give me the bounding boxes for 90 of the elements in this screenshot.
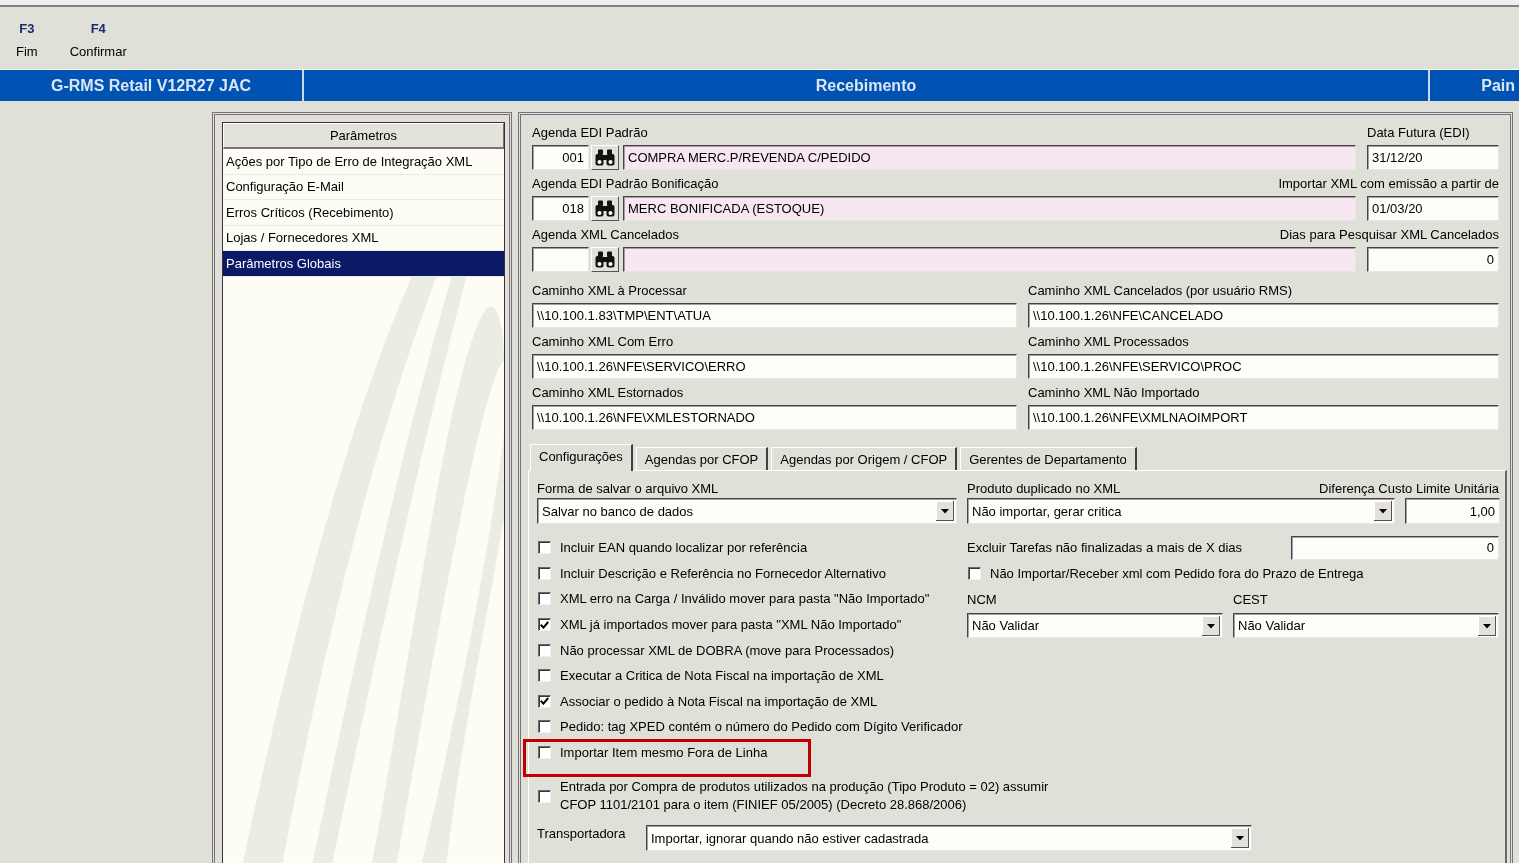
code-field[interactable]: 018	[532, 196, 589, 221]
dropdown[interactable]: Salvar no banco de dados	[537, 498, 957, 524]
checkbox-label[interactable]: Incluir EAN quando localizar por referência	[560, 540, 808, 556]
checkbox-label[interactable]: Entrada por Compra de produtos utilizados na produção (Tipo Produto = 02) assumir CFOP 1101/2101 para o item (FINIEF 05/2005) (Decreto 28.868/2006)	[560, 778, 1072, 815]
field-label: Data Futura (EDI)	[1367, 125, 1470, 141]
dropdown[interactable]: Não Validar	[967, 613, 1223, 638]
caret-down-icon[interactable]	[1374, 501, 1392, 521]
field-label: Agenda EDI Padrão	[532, 125, 648, 141]
number-field[interactable]: 0	[1367, 247, 1499, 272]
checkbox[interactable]	[538, 720, 551, 734]
description-field[interactable]: COMPRA MERC.P/REVENDA C/PEDIDO	[623, 145, 1356, 170]
field-label: Caminho XML Com Erro	[532, 334, 674, 350]
checkmark-icon	[540, 697, 549, 706]
field-label: Caminho XML Cancelados (por usuário RMS)	[1028, 283, 1292, 299]
tab[interactable]: Agendas por CFOP	[635, 447, 769, 470]
checkbox[interactable]	[538, 618, 551, 632]
number-field[interactable]: 1,00	[1405, 498, 1500, 524]
field-label: Dias para Pesquisar XML Cancelados	[1279, 227, 1499, 243]
tab[interactable]: Gerentes de Departamento	[960, 447, 1137, 470]
field-label: Produto duplicado no XML	[967, 481, 1121, 497]
field-label: Caminho XML Não Importado	[1028, 385, 1200, 401]
checkbox[interactable]	[538, 566, 551, 580]
checkbox[interactable]	[538, 746, 551, 760]
checkbox-label[interactable]: Associar o pedido à Nota Fiscal na importação de XML	[560, 693, 878, 709]
path-field[interactable]: \\10.100.1.26\NFE\SERVICO\ERRO	[532, 354, 1017, 379]
description-field[interactable]	[623, 247, 1356, 272]
caret-down-icon[interactable]	[1231, 828, 1249, 849]
code-field[interactable]: 001	[532, 145, 589, 170]
lookup-button[interactable]	[591, 247, 619, 272]
field-label: Importar XML com emissão a partir de	[1278, 176, 1499, 192]
checkmark-icon	[540, 620, 549, 629]
checkbox[interactable]	[538, 592, 551, 606]
list-item[interactable]: Parâmetros Globais	[223, 251, 504, 277]
field-label: Excluir Tarefas não finalizadas a mais de X dias	[967, 539, 1243, 556]
title-label: Pain	[1481, 76, 1515, 95]
field-label: NCM	[967, 592, 997, 608]
date-field[interactable]: 01/03/20	[1367, 196, 1499, 221]
checkbox[interactable]	[538, 541, 551, 555]
toolbar-button[interactable]: F4 Confirmar	[67, 21, 129, 59]
list-item[interactable]: Erros Críticos (Recebimento)	[223, 200, 504, 226]
checkbox-label[interactable]: XML erro na Carga / Inválido mover para pasta "Não Importado"	[560, 591, 930, 607]
caret-down-icon[interactable]	[1202, 615, 1220, 636]
dropdown[interactable]: Não Validar	[1233, 613, 1499, 638]
toolbar-button[interactable]: F3 Fim	[14, 21, 40, 59]
checkbox[interactable]	[538, 643, 551, 657]
checkbox-label[interactable]: XML já importados mover para pasta "XML Não Importado"	[560, 617, 902, 633]
field-label: Agenda EDI Padrão Bonificação	[532, 176, 719, 192]
lookup-button[interactable]	[591, 145, 619, 170]
binoculars-icon	[595, 251, 615, 268]
code-field[interactable]	[532, 247, 589, 272]
checkbox[interactable]	[538, 694, 551, 708]
path-field[interactable]: \\10.100.1.26\NFE\SERVICO\PROC	[1028, 354, 1499, 379]
tab[interactable]: Configurações	[530, 444, 633, 471]
path-field[interactable]: \\10.100.1.26\NFE\CANCELADO	[1028, 303, 1499, 328]
checkbox-label[interactable]: Importar Item mesmo Fora de Linha	[560, 745, 768, 761]
date-field[interactable]: 31/12/20	[1367, 145, 1499, 170]
field-label: Transportadora	[537, 826, 626, 843]
path-field[interactable]: \\10.100.1.26\NFE\XMLNAOIMPORT	[1028, 405, 1499, 430]
path-field[interactable]: \\10.100.1.83\TMP\ENT\ATUA	[532, 303, 1017, 328]
checkbox-label[interactable]: Pedido: tag XPED contém o número do Pedido com Dígito Verificador	[560, 719, 963, 735]
list-item[interactable]: Ações por Tipo de Erro de Integração XML	[223, 149, 504, 175]
tab[interactable]: Agendas por Origem / CFOP	[771, 447, 958, 470]
dropdown[interactable]: Importar, ignorar quando não estiver cadastrada	[646, 825, 1252, 852]
path-field[interactable]: \\10.100.1.26\NFE\XMLESTORNADO	[532, 405, 1017, 430]
field-label: Forma de salvar o arquivo XML	[537, 481, 719, 497]
list-item[interactable]: Configuração E-Mail	[223, 174, 504, 200]
checkbox[interactable]	[538, 789, 551, 803]
field-label: Caminho XML à Processar	[532, 283, 687, 299]
checkbox-label[interactable]: Incluir Descrição e Referência no Fornecedor Alternativo	[560, 565, 886, 581]
caret-down-icon[interactable]	[936, 501, 954, 521]
field-label: CEST	[1233, 592, 1268, 608]
caret-down-icon[interactable]	[1478, 615, 1496, 636]
checkbox-label[interactable]: Executar a Critica de Nota Fiscal na importação de XML	[560, 668, 884, 684]
checkbox[interactable]	[968, 567, 981, 580]
description-field[interactable]: MERC BONIFICADA (ESTOQUE)	[623, 196, 1356, 221]
lookup-button[interactable]	[591, 196, 619, 221]
binoculars-icon	[595, 200, 615, 217]
checkbox-label[interactable]: Não Importar/Receber xml com Pedido fora do Prazo de Entrega	[990, 566, 1364, 581]
number-field[interactable]: 0	[1291, 535, 1499, 560]
field-label: Agenda XML Cancelados	[532, 227, 679, 243]
title-label: G-RMS Retail V12R27 JAC	[50, 76, 252, 95]
checkbox-label[interactable]: Não processar XML de DOBRA (move para Processados)	[560, 642, 895, 658]
list-header: Parâmetros	[223, 123, 504, 149]
binoculars-icon	[595, 149, 615, 166]
field-label: Diferença Custo Limite Unitária	[1319, 481, 1499, 497]
dropdown[interactable]: Não importar, gerar critica	[967, 498, 1395, 524]
title-label: Recebimento	[815, 76, 917, 95]
field-label: Caminho XML Estornados	[532, 385, 684, 401]
checkbox[interactable]	[538, 669, 551, 683]
field-label: Caminho XML Processados	[1028, 334, 1189, 350]
